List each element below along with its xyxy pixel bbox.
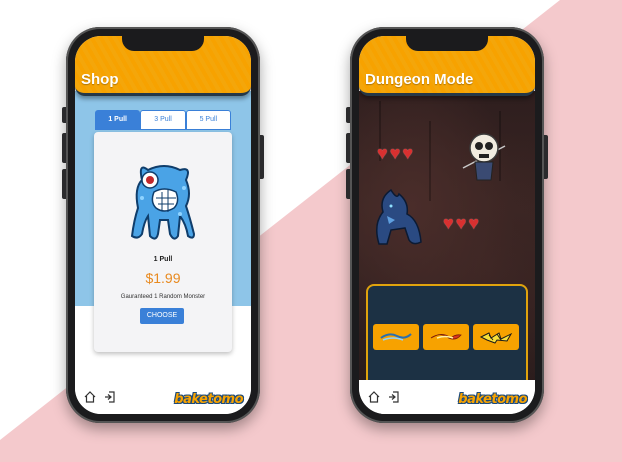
heart-icon: ♥ bbox=[455, 213, 467, 233]
attack-button-lightning[interactable] bbox=[473, 324, 519, 350]
phone-volume-up bbox=[346, 133, 350, 163]
attack-fire-icon bbox=[430, 334, 462, 340]
phone-volume-down bbox=[346, 169, 350, 199]
shop-bottom-bar: baketomo bbox=[75, 380, 251, 414]
price-label: $1.99 bbox=[145, 270, 181, 286]
home-icon[interactable] bbox=[83, 390, 97, 404]
dungeon-bottom-bar: baketomo bbox=[359, 380, 535, 414]
shop-screen: Shop 1 Pull 3 Pull 5 Pull 1 Pull $1.99 G… bbox=[75, 36, 251, 414]
logout-icon[interactable] bbox=[387, 390, 401, 404]
phone-volume-down bbox=[62, 169, 66, 199]
player-hearts: ♥ ♥ ♥ bbox=[443, 214, 479, 232]
shop-title: Shop bbox=[81, 71, 119, 88]
phone-notch bbox=[122, 36, 204, 51]
tab-5-pull[interactable]: 5 Pull bbox=[185, 110, 231, 130]
attack-wind-icon bbox=[380, 333, 412, 341]
phone-dungeon: Dungeon Mode ♥ ♥ ♥ ♥ ♥ ♥ baketomo bbox=[346, 27, 548, 423]
phone-silent-switch bbox=[346, 107, 350, 123]
tab-1-pull[interactable]: 1 Pull bbox=[95, 110, 141, 130]
shop-card: 1 Pull $1.99 Gauranteed 1 Random Monster… bbox=[94, 132, 232, 352]
attack-button-wind[interactable] bbox=[373, 324, 419, 350]
pull-name: 1 Pull bbox=[153, 256, 173, 263]
dungeon-screen: Dungeon Mode ♥ ♥ ♥ ♥ ♥ ♥ baketomo bbox=[359, 36, 535, 414]
tab-3-pull[interactable]: 3 Pull bbox=[140, 110, 186, 130]
home-icon[interactable] bbox=[367, 390, 381, 404]
baketomo-logo: baketomo bbox=[458, 392, 527, 407]
phone-notch bbox=[406, 36, 488, 51]
heart-icon: ♥ bbox=[468, 213, 480, 233]
pull-description: Gauranteed 1 Random Monster bbox=[120, 294, 206, 300]
player-monster bbox=[376, 188, 422, 245]
attack-button-fire[interactable] bbox=[423, 324, 469, 350]
phone-volume-up bbox=[62, 133, 66, 163]
phone-silent-switch bbox=[62, 107, 66, 123]
pull-tabs: 1 Pull 3 Pull 5 Pull bbox=[95, 110, 231, 130]
heart-icon: ♥ bbox=[377, 143, 388, 163]
logout-icon[interactable] bbox=[103, 390, 117, 404]
phone-power-button bbox=[260, 135, 264, 179]
cave-streak bbox=[429, 121, 431, 201]
skeleton-enemy bbox=[462, 133, 506, 181]
attack-panel bbox=[366, 284, 528, 390]
phone-shop: Shop 1 Pull 3 Pull 5 Pull 1 Pull $1.99 G… bbox=[62, 27, 264, 423]
choose-button[interactable]: CHOOSE bbox=[140, 308, 184, 324]
heart-icon: ♥ bbox=[443, 213, 454, 233]
attack-lightning-icon bbox=[479, 332, 513, 344]
monster-image bbox=[130, 165, 196, 240]
enemy-hearts: ♥ ♥ ♥ bbox=[377, 144, 413, 162]
phone-power-button bbox=[544, 135, 548, 179]
heart-icon: ♥ bbox=[402, 143, 414, 163]
baketomo-logo: baketomo bbox=[174, 392, 243, 407]
dungeon-title: Dungeon Mode bbox=[365, 71, 474, 88]
heart-icon: ♥ bbox=[389, 143, 401, 163]
